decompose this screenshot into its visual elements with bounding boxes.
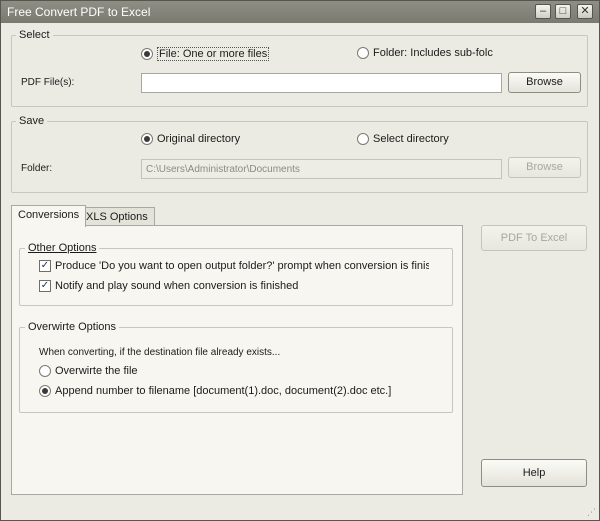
browse-folder-button[interactable]: Browse [508, 157, 581, 178]
select-group [11, 35, 588, 107]
pdf-files-input[interactable] [141, 73, 502, 93]
close-button[interactable]: ✕ [577, 4, 593, 19]
save-group [11, 121, 588, 193]
radio-append-dot[interactable] [39, 385, 51, 397]
other-options-title: Other Options [25, 242, 100, 254]
folder-input[interactable] [141, 159, 502, 179]
radio-overwrite-file[interactable]: Overwirte the file [39, 365, 138, 377]
prompt-check-icon[interactable]: ✓ [39, 260, 51, 272]
radio-folder-dot[interactable] [357, 47, 369, 59]
prompt-checkbox[interactable]: ✓ Produce 'Do you want to open output fo… [39, 260, 429, 272]
radio-file-label: File: One or more files [157, 47, 270, 61]
notify-check-icon[interactable]: ✓ [39, 280, 51, 292]
notify-checkbox[interactable]: ✓ Notify and play sound when conversion … [39, 280, 298, 292]
radio-select-dot[interactable] [357, 133, 369, 145]
tab-conversions[interactable]: Conversions [11, 205, 87, 227]
radio-original-directory[interactable]: Original directory [141, 133, 240, 145]
radio-overwrite-dot[interactable] [39, 365, 51, 377]
radio-append-label: Append number to filename [document(1).d… [55, 385, 392, 397]
pdf-files-label: PDF File(s): [21, 77, 75, 88]
radio-select-label: Select directory [373, 133, 449, 145]
overwrite-options-title: Overwirte Options [25, 321, 120, 333]
select-group-title: Select [16, 29, 53, 41]
window-title: Free Convert PDF to Excel [7, 5, 151, 19]
notify-checkbox-label: Notify and play sound when conversion is… [55, 280, 299, 292]
title-bar[interactable]: Free Convert PDF to Excel – □ ✕ [1, 1, 599, 23]
folder-label: Folder: [21, 163, 53, 174]
radio-select-directory[interactable]: Select directory [357, 133, 449, 145]
radio-append-number[interactable]: Append number to filename [document(1).d… [39, 385, 391, 397]
radio-file[interactable]: File: One or more files [141, 47, 270, 61]
prompt-checkbox-label: Produce 'Do you want to open output fold… [55, 260, 429, 272]
radio-overwrite-label: Overwirte the file [55, 365, 138, 377]
radio-folder-label: Folder: Includes sub-folc [373, 47, 493, 59]
radio-original-label: Original directory [157, 133, 241, 145]
save-group-title: Save [16, 115, 48, 127]
radio-original-dot[interactable] [141, 133, 153, 145]
radio-file-dot[interactable] [141, 48, 153, 60]
minimize-button[interactable]: – [535, 4, 551, 19]
browse-pdf-button[interactable]: Browse [508, 72, 581, 93]
pdf-to-excel-button[interactable]: PDF To Excel [481, 225, 587, 251]
resize-grip-icon[interactable]: ⋰ [587, 508, 597, 518]
other-options-group [19, 248, 453, 306]
overwrite-description: When converting, if the destination file… [39, 347, 281, 358]
main-window: Free Convert PDF to Excel – □ ✕ Select F… [0, 0, 600, 521]
help-button[interactable]: Help [481, 459, 587, 487]
tab-xls-options[interactable]: XLS Options [79, 207, 155, 227]
maximize-button[interactable]: □ [555, 4, 571, 19]
radio-folder[interactable]: Folder: Includes sub-folc [357, 47, 497, 59]
